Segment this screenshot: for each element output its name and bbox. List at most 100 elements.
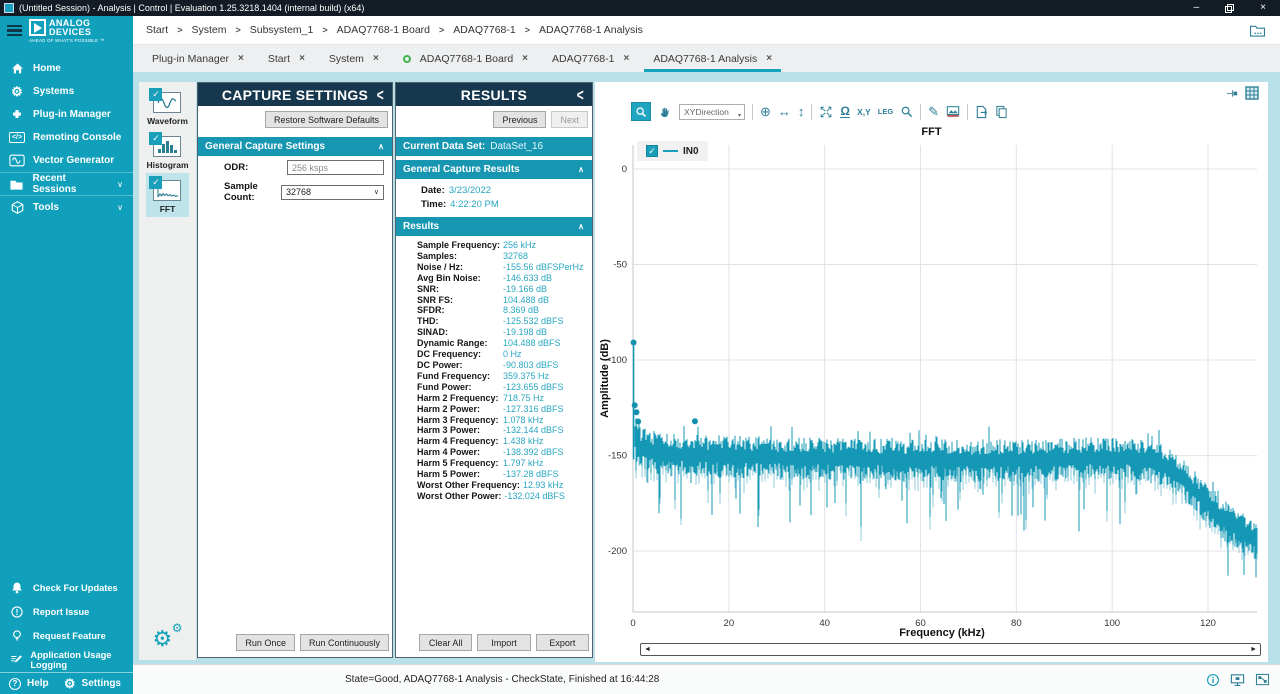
collapse-panel-icon[interactable]: < (577, 85, 584, 105)
general-capture-settings-section[interactable]: General Capture Settings ∧ (198, 137, 392, 156)
processing-gears-icon[interactable]: ⚙⚙ (153, 624, 183, 652)
sidebar-item-remoting-console[interactable]: </>Remoting Console (0, 126, 133, 149)
tab-system[interactable]: System× (317, 45, 391, 72)
general-capture-results-section[interactable]: General Capture Results ∧ (396, 160, 592, 179)
pin-panel-icon[interactable] (1226, 88, 1239, 99)
scroll-left-arrow-icon[interactable]: ◄ (644, 646, 651, 653)
logo-tagline: AHEAD OF WHAT'S POSSIBLE ™ (29, 38, 105, 43)
breadcrumb-separator: > (525, 25, 530, 35)
result-row: DC Frequency:0 Hz (396, 349, 592, 360)
bulb-icon (8, 629, 26, 643)
sidebar-item-request-feature[interactable]: Request Feature (0, 624, 133, 648)
chevron-up-icon: ∧ (578, 165, 584, 174)
close-tab-icon[interactable]: × (238, 53, 244, 64)
fit-vertical-icon[interactable]: ↕ (798, 105, 805, 118)
fit-horizontal-icon[interactable]: ↔ (778, 105, 791, 118)
hamburger-menu-icon[interactable] (7, 25, 22, 37)
close-tab-icon[interactable]: × (299, 53, 305, 64)
module-histogram[interactable]: ✓Histogram (146, 129, 188, 173)
tab-start[interactable]: Start× (256, 45, 317, 72)
result-row: Harm 2 Power:-127.316 dBFS (396, 404, 592, 415)
legend-checkbox[interactable]: ✓ (646, 145, 658, 157)
tab-adaq7768-1[interactable]: ADAQ7768-1× (540, 45, 641, 72)
result-row: Harm 2 Frequency:718.75 Hz (396, 393, 592, 404)
breadcrumb-item[interactable]: ADAQ7768-1 (453, 24, 515, 36)
breadcrumb-item[interactable]: Subsystem_1 (250, 24, 314, 36)
run-once-button[interactable]: Run Once (236, 634, 295, 651)
restore-software-defaults-button[interactable]: Restore Software Defaults (265, 111, 388, 128)
module-checkbox[interactable]: ✓ (149, 88, 162, 101)
close-button[interactable]: × (1260, 3, 1266, 13)
snapshot-image-icon[interactable] (946, 105, 960, 118)
remote-device-icon[interactable] (1230, 673, 1245, 687)
result-row: Dynamic Range:104.488 dBFS (396, 338, 592, 349)
module-fft[interactable]: ✓FFT (146, 173, 188, 217)
sidebar-item-systems[interactable]: ⚙Systems (0, 80, 133, 103)
module-checkbox[interactable]: ✓ (149, 132, 162, 145)
xy-values-icon[interactable]: X,Y (857, 107, 871, 117)
xydirection-dropdown[interactable]: XYDirection ▾ (679, 104, 745, 120)
undo-zoom-icon[interactable]: Ω (840, 106, 850, 118)
analysis-module-rail: ✓Waveform✓Histogram✓FFT ⚙⚙ (139, 82, 196, 660)
tab-adaq7768-1-analysis[interactable]: ADAQ7768-1 Analysis× (641, 45, 784, 72)
export-chart-icon[interactable] (975, 105, 988, 119)
sidebar-item-recent-sessions[interactable]: Recent Sessions∨ (0, 172, 133, 195)
sample-count-select[interactable]: 32768 ∨ (281, 185, 384, 200)
cube-icon (8, 200, 26, 215)
zoom-mode-button[interactable] (631, 102, 651, 121)
chart-legend[interactable]: ✓ IN0 (637, 141, 708, 161)
module-waveform[interactable]: ✓Waveform (146, 85, 188, 129)
module-checkbox[interactable]: ✓ (149, 176, 162, 189)
info-icon[interactable] (1206, 673, 1220, 687)
previous-dataset-button[interactable]: Previous (493, 111, 546, 128)
sidebar-item-vector-generator[interactable]: Vector Generator (0, 149, 133, 172)
close-tab-icon[interactable]: × (373, 53, 379, 64)
sidebar-item-report-issue[interactable]: Report Issue (0, 600, 133, 624)
tab-adaq7768-1-board[interactable]: ADAQ7768-1 Board× (391, 45, 540, 72)
scroll-right-arrow-icon[interactable]: ► (1250, 646, 1257, 653)
analog-devices-logo: ANALOG DEVICES AHEAD OF WHAT'S POSSIBLE … (29, 19, 105, 43)
copy-chart-icon[interactable] (995, 105, 1008, 119)
close-tab-icon[interactable]: × (766, 53, 772, 64)
breadcrumb-item[interactable]: Start (146, 24, 168, 36)
breadcrumb-item[interactable]: System (191, 24, 226, 36)
open-session-folder-icon[interactable] (1249, 24, 1266, 37)
run-continuously-button[interactable]: Run Continuously (300, 634, 389, 651)
close-tab-icon[interactable]: × (522, 53, 528, 64)
minimize-button[interactable]: – (1194, 3, 1200, 13)
restore-button[interactable] (1225, 4, 1234, 13)
collapse-panel-icon[interactable]: < (377, 85, 384, 105)
sidebar-item-check-for-updates[interactable]: Check For Updates (0, 576, 133, 600)
import-button[interactable]: Import (477, 634, 530, 651)
results-section[interactable]: Results ∧ (396, 217, 592, 236)
pan-hand-icon[interactable] (658, 105, 672, 119)
breadcrumb-separator: > (322, 25, 327, 35)
odr-input[interactable] (287, 160, 384, 175)
result-row: Harm 3 Power:-132.144 dBFS (396, 425, 592, 436)
sidebar-item-application-usage-logging[interactable]: Application Usage Logging (0, 648, 133, 672)
tab-plug-in-manager[interactable]: Plug-in Manager× (140, 45, 256, 72)
breadcrumb-item[interactable]: ADAQ7768-1 Board (337, 24, 430, 36)
close-tab-icon[interactable]: × (623, 53, 629, 64)
sidebar-item-plug-in-manager[interactable]: Plug-in Manager (0, 103, 133, 126)
sidebar-item-settings[interactable]: ⚙ Settings (55, 677, 133, 690)
fft-plot[interactable]: 0-50-100-150-200020406080100120Amplitude… (595, 82, 1268, 662)
sidebar-item-home[interactable]: Home (0, 57, 133, 80)
help-icon: ? (9, 678, 21, 690)
code-icon: </> (8, 132, 26, 143)
fit-all-icon[interactable] (819, 105, 833, 119)
clear-all-button[interactable]: Clear All (419, 634, 472, 651)
sidebar-item-tools[interactable]: Tools∨ (0, 195, 133, 218)
zoom-window-icon[interactable] (900, 105, 913, 118)
sidebar-item-help[interactable]: ? Help (0, 678, 49, 690)
legend-toggle-icon[interactable]: LEG (878, 107, 893, 116)
annotate-pencil-icon[interactable]: ✎ (928, 105, 939, 118)
next-dataset-button[interactable]: Next (551, 111, 588, 128)
chart-horizontal-scrollbar[interactable]: ◄ ► (640, 643, 1261, 656)
breadcrumb-item[interactable]: ADAQ7768-1 Analysis (539, 24, 643, 36)
center-plot-icon[interactable]: ⊕ (760, 105, 771, 118)
svg-text:120: 120 (1200, 618, 1216, 629)
network-nodes-icon[interactable] (1255, 673, 1270, 686)
export-button[interactable]: Export (536, 634, 589, 651)
data-grid-view-icon[interactable] (1245, 86, 1259, 100)
